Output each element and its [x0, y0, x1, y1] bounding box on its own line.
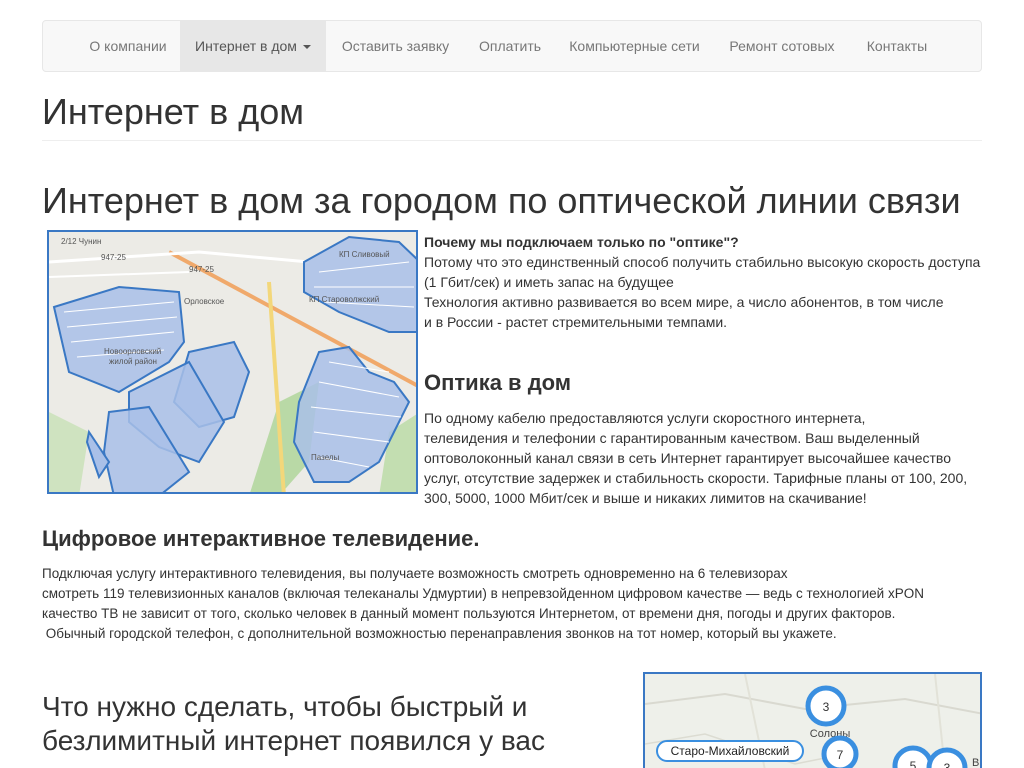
map-cluster-marker[interactable]: 7: [821, 735, 859, 768]
tv-text: Подключая услугу интерактивного телевиде…: [42, 564, 924, 644]
map-cluster-marker[interactable]: 3: [805, 685, 847, 727]
map-label: жилой район: [109, 357, 157, 366]
text-line: смотреть 119 телевизионных каналов (вклю…: [42, 586, 924, 601]
text-line: услуг, отсутствие задержек и стабильност…: [424, 470, 968, 486]
map-label: КП Староволжский: [309, 295, 379, 304]
svg-text:Старо-Михайловский: Старо-Михайловский: [671, 744, 790, 758]
optics-heading: Оптика в дом: [424, 370, 572, 395]
text-line: оптоволоконный канал связи в сеть Интерн…: [424, 450, 952, 466]
text-line: Обычный городской телефон, с дополнитель…: [42, 626, 837, 641]
svg-text:3: 3: [944, 761, 951, 768]
section-title: Интернет в дом за городом по оптической …: [42, 180, 961, 221]
map-label: Новоорловский: [104, 347, 161, 356]
nav-item-label: Интернет в дом: [195, 38, 297, 54]
svg-text:7: 7: [837, 748, 844, 762]
text-line: качество ТВ не зависит от того, сколько …: [42, 606, 896, 621]
svg-text:3: 3: [823, 700, 830, 714]
map-label: КП Сливовый: [339, 250, 390, 259]
coverage-map-image: Орловское Новоорловский жилой район Пазе…: [47, 230, 418, 494]
text-line: 300, 5000, 1000 Мбит/сек и выше и никаки…: [424, 490, 867, 506]
heading-line: безлимитный интернет появился у вас: [42, 725, 545, 756]
divider: [42, 140, 982, 141]
map-label: 947-25: [189, 265, 214, 274]
caret-down-icon: [302, 45, 311, 50]
map-town-label[interactable]: Старо-Михайловский: [656, 740, 804, 762]
nav-item-home-internet[interactable]: Интернет в дом: [180, 21, 326, 71]
nav-item-pay[interactable]: Оплатить: [470, 21, 550, 71]
map-cluster-marker[interactable]: 3: [926, 747, 968, 768]
top-navbar: О компании Интернет в дом Оставить заявк…: [42, 20, 982, 72]
tv-heading: Цифровое интерактивное телевидение.: [42, 526, 480, 551]
text-line: Технология активно развивается во всем м…: [424, 294, 944, 310]
optics-text: По одному кабелю предоставляются услуги …: [424, 408, 967, 508]
locations-map-drawing: 3 Солоны Старо-Михайловский 7 5 3 В: [645, 674, 980, 768]
nav-item-contacts[interactable]: Контакты: [857, 21, 937, 71]
nav-item-about[interactable]: О компании: [73, 21, 183, 71]
text-line: Подключая услугу интерактивного телевиде…: [42, 566, 788, 581]
text-line: Потому что это единственный способ получ…: [424, 254, 981, 270]
nav-item-request[interactable]: Оставить заявку: [333, 21, 458, 71]
why-optics-heading: Почему мы подключаем только по "оптике"?: [424, 234, 739, 250]
coverage-map-drawing: Орловское Новоорловский жилой район Пазе…: [49, 232, 416, 492]
locations-map[interactable]: 3 Солоны Старо-Михайловский 7 5 3 В: [643, 672, 982, 768]
text-line: и в России - растет стремительными темпа…: [424, 314, 728, 330]
map-label: В: [972, 757, 979, 768]
text-line: По одному кабелю предоставляются услуги …: [424, 410, 866, 426]
text-line: телевидения и телефонии с гарантированны…: [424, 430, 920, 446]
map-label: 2/12 Чунин: [61, 237, 101, 246]
map-label: 947-25: [101, 253, 126, 262]
map-label: Орловское: [184, 297, 225, 306]
heading-line: Что нужно сделать, чтобы быстрый и: [42, 691, 528, 722]
page-title: Интернет в дом: [42, 91, 304, 132]
text-line: (1 Гбит/сек) и иметь запас на будущее: [424, 274, 674, 290]
map-cluster-marker[interactable]: 5: [892, 745, 934, 768]
nav-item-phone-repair[interactable]: Ремонт сотовых: [722, 21, 842, 71]
svg-text:5: 5: [910, 759, 917, 768]
map-label: Пазелы: [311, 453, 340, 462]
nav-item-networks[interactable]: Компьютерные сети: [562, 21, 707, 71]
steps-heading: Что нужно сделать, чтобы быстрый и безли…: [42, 690, 545, 758]
why-optics-text: Потому что это единственный способ получ…: [424, 252, 980, 332]
